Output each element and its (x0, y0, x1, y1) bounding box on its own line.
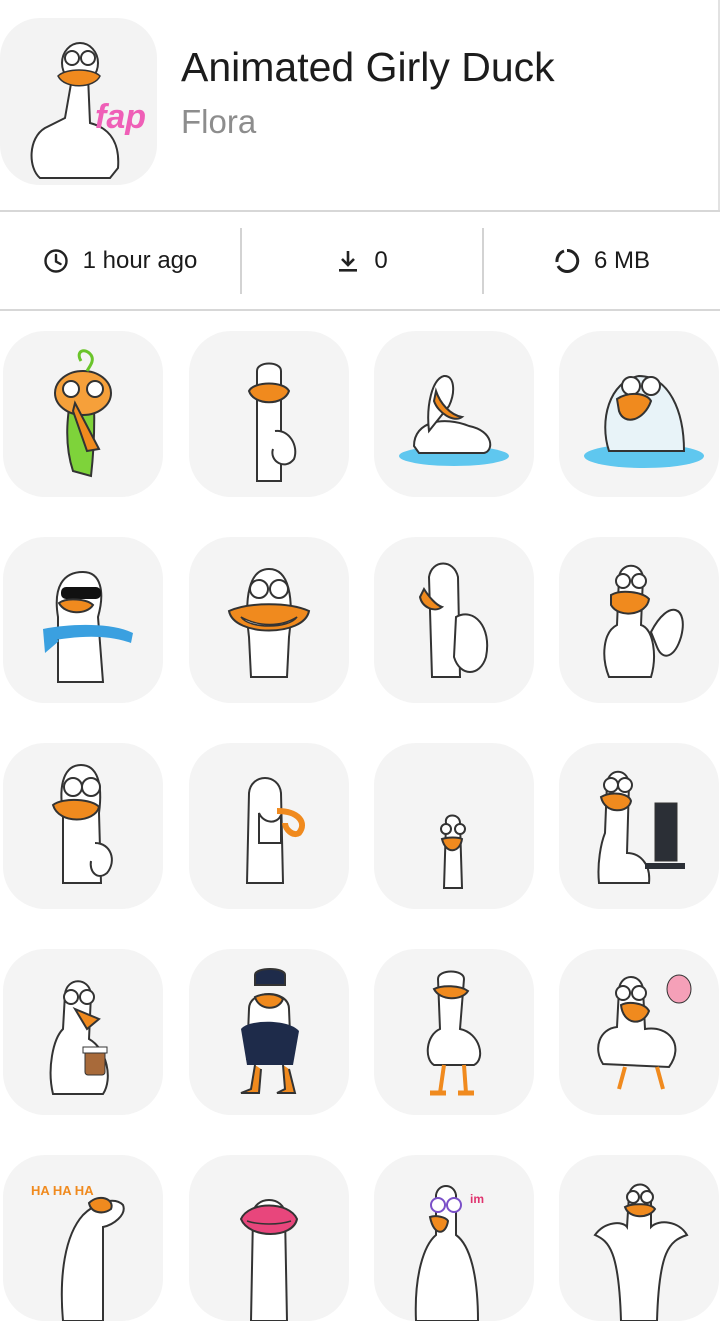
sticker-standing-duck[interactable] (374, 949, 534, 1115)
duck-sticker-icon (247, 362, 297, 482)
sticker-swimming-duck[interactable] (374, 331, 534, 497)
stats-divider (0, 309, 720, 311)
sticker-grinning-duck[interactable] (189, 537, 349, 703)
sticker-computer-duck[interactable] (559, 743, 719, 909)
svg-text:HA HA HA: HA HA HA (31, 1183, 94, 1198)
duck-sticker-icon (54, 349, 112, 478)
duck-pack-icon: fap (30, 42, 146, 179)
duck-sticker-icon (51, 763, 113, 884)
sticker-police-duck[interactable] (189, 949, 349, 1115)
pack-header: fap Animated Girly Duck Flora (0, 0, 720, 212)
sticker-skinny-duck[interactable] (374, 743, 534, 909)
sticker-crying-duck[interactable] (559, 331, 719, 497)
stat-downloads-label: 0 (374, 247, 388, 274)
duck-sticker-icon (597, 770, 685, 884)
duck-sticker-icon: im (414, 1185, 484, 1321)
pack-author: Flora (181, 103, 257, 140)
sticker-laughing-duck[interactable]: HA HA HA (3, 1155, 163, 1321)
stat-updated-label: 1 hour ago (82, 247, 198, 274)
duck-sticker-icon (597, 974, 692, 1090)
sticker-coffee-duck[interactable] (3, 949, 163, 1115)
stat-size: 6 MB (484, 213, 720, 309)
duck-sticker-icon (240, 968, 299, 1094)
sticker-kiss-lips-duck[interactable] (189, 1155, 349, 1321)
stat-updated: 1 hour ago (0, 213, 240, 309)
svg-text:im: im (470, 1192, 484, 1206)
stat-downloads: 0 (242, 213, 482, 309)
storage-ring-icon (555, 248, 580, 273)
sticker-angry-green-duck[interactable] (3, 331, 163, 497)
sticker-shy-duck[interactable] (374, 537, 534, 703)
duck-sticker-icon (49, 980, 109, 1095)
duck-sticker-icon (584, 374, 704, 468)
duck-sticker-icon (418, 562, 489, 678)
duck-sticker-icon (426, 970, 482, 1096)
svg-text:fap: fap (95, 98, 146, 136)
header-divider (0, 210, 720, 212)
duck-sticker-icon (603, 564, 684, 678)
duck-sticker-icon (43, 570, 133, 683)
sticker-facepalm-duck[interactable] (189, 743, 349, 909)
duck-sticker-icon (593, 1183, 689, 1321)
clock-icon (43, 249, 68, 273)
stats-bar: 1 hour ago 0 6 MB (0, 213, 720, 309)
duck-sticker-icon (440, 814, 466, 889)
duck-sticker-icon (227, 567, 311, 678)
pack-title: Animated Girly Duck (181, 44, 555, 90)
sticker-thumbs-up-duck[interactable] (3, 743, 163, 909)
sticker-waving-duck[interactable] (559, 537, 719, 703)
sticker-dancing-duck[interactable] (559, 949, 719, 1115)
duck-sticker-icon (239, 1199, 299, 1321)
sticker-shush-duck[interactable] (189, 331, 349, 497)
duck-sticker-icon: HA HA HA (31, 1183, 125, 1321)
sticker-lipstick-duck[interactable]: im (374, 1155, 534, 1321)
stat-size-label: 6 MB (593, 247, 650, 274)
duck-sticker-icon (245, 777, 305, 884)
sticker-shrugging-duck[interactable] (559, 1155, 719, 1321)
duck-sticker-icon (399, 375, 509, 466)
sticker-cool-scarf-duck[interactable] (3, 537, 163, 703)
download-icon (339, 251, 358, 272)
pack-icon[interactable]: fap (0, 18, 157, 185)
